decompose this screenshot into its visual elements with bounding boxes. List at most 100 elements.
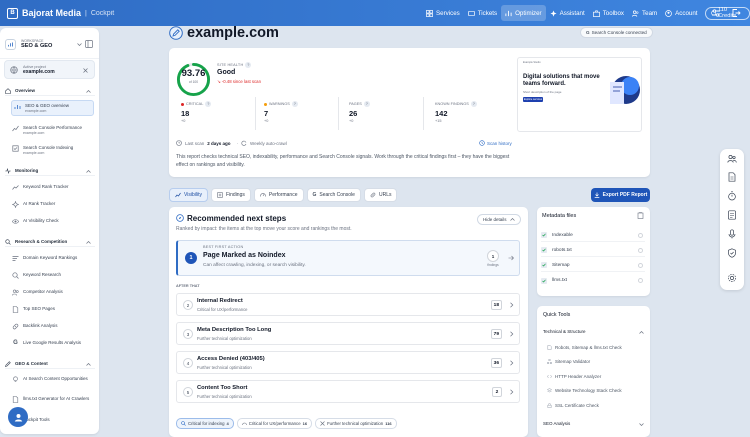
chevron-up-icon xyxy=(86,241,91,244)
nav-services[interactable]: Services xyxy=(422,5,464,21)
brand-logo-icon: B xyxy=(7,7,18,19)
microphone-icon[interactable] xyxy=(727,229,737,239)
metric-label: KNOWN FINDINGS? xyxy=(435,101,477,107)
info-icon[interactable]: ? xyxy=(205,101,212,107)
sidebar-item-ai-rank-tracker[interactable]: AI Rank Tracker xyxy=(12,201,95,208)
metric-known-findings[interactable]: KNOWN FINDINGS? 142 +15 xyxy=(430,97,510,130)
metadata-item[interactable]: llms.txt xyxy=(541,274,645,287)
section-geo-content[interactable]: GEO & Content xyxy=(5,359,95,369)
clipboard-icon[interactable] xyxy=(637,212,644,219)
brand[interactable]: B Bajorat Media | Cockpit xyxy=(7,7,114,19)
metric-warnings[interactable]: WARNINGS? 7 +0 xyxy=(259,97,339,130)
website-preview[interactable]: Example Studio Digital solutions that mo… xyxy=(517,57,642,132)
nav-toolbox-label: Toolbox xyxy=(602,9,625,17)
nav-optimizer[interactable]: Optimizer xyxy=(501,5,546,21)
chat-support-button[interactable] xyxy=(8,407,28,427)
nav-tickets[interactable]: Tickets xyxy=(464,5,501,21)
row-title: Content Too Short xyxy=(197,385,248,391)
collapse-sidebar-icon[interactable] xyxy=(85,40,93,48)
best-action-title: Page Marked as Noindex xyxy=(203,252,286,259)
timer-icon[interactable] xyxy=(727,191,737,201)
recommendation-row[interactable]: 2 Internal Redirect Critical for UX/perf… xyxy=(176,293,520,316)
nav-account[interactable]: Account xyxy=(661,5,701,21)
tab-findings[interactable]: Findings xyxy=(210,188,251,202)
workspace-switcher[interactable]: WORKSPACE SEO & GEO xyxy=(5,34,95,54)
tool-http-header[interactable]: HTTP Header Analyzer xyxy=(547,374,601,379)
recommendation-row[interactable]: 3 Meta Description Too Long Further tech… xyxy=(176,322,520,345)
search-console-status[interactable]: G Search Console connected xyxy=(580,27,653,38)
status-dot-icon xyxy=(638,248,643,253)
search-icon xyxy=(181,421,186,426)
last-scan-label: Last scan xyxy=(185,140,205,146)
metric-critical[interactable]: CRITICAL? 18 +0 xyxy=(176,97,256,130)
sidebar-item-domain-keyword-rankings[interactable]: Domain Keyword Rankings xyxy=(12,255,95,262)
tab-urls[interactable]: URLs xyxy=(363,188,398,202)
tab-search-console[interactable]: G Search Console xyxy=(306,188,361,202)
shield-icon[interactable] xyxy=(727,248,737,258)
tab-performance[interactable]: Performance xyxy=(253,188,304,202)
tool-ssl-check[interactable]: SSL Certificate Check xyxy=(547,403,599,408)
sidebar-item-seo-geo-overview[interactable]: SEO & GEO overview example.com xyxy=(11,100,94,116)
tools-section-technical[interactable]: Technical & Structure xyxy=(543,329,646,334)
site-health-value: Good xyxy=(217,69,236,76)
row-number: 3 xyxy=(183,329,193,339)
section-research[interactable]: Research & Competition xyxy=(5,237,95,247)
logout-icon[interactable] xyxy=(731,8,741,18)
nav-assistant[interactable]: Assistant xyxy=(546,5,589,21)
chip-critical-ux[interactable]: Critical for UX/performance 16 xyxy=(236,418,313,429)
sidebar-item-ai-search-content[interactable]: AI Search Content Opportunities xyxy=(12,376,95,383)
section-overview[interactable]: Overview xyxy=(5,86,95,96)
home-icon xyxy=(5,87,11,94)
recommendation-row[interactable]: 5 Content Too Short Further technical op… xyxy=(176,380,520,403)
tool-robots-check[interactable]: Robots, Sitemap & llms.txt Check xyxy=(547,345,622,350)
hide-details-button[interactable]: Hide details xyxy=(477,214,521,225)
sidebar-item-search-console-indexing[interactable]: Search Console Indexing example.com xyxy=(12,145,95,155)
tool-sitemap-validator[interactable]: Sitemap Validator xyxy=(547,359,590,364)
sidebar-item-competitor-analysis[interactable]: Competitor Analysis xyxy=(12,289,95,296)
document-icon[interactable] xyxy=(727,172,737,182)
metric-value: 7 xyxy=(264,109,269,118)
notes-icon[interactable] xyxy=(727,210,737,220)
arrow-right-icon[interactable] xyxy=(508,255,514,261)
nav-team[interactable]: Team xyxy=(628,5,661,21)
info-icon[interactable]: ? xyxy=(245,62,252,68)
chip-further-optimization[interactable]: Further technical optimization 116 xyxy=(315,418,397,429)
export-pdf-button[interactable]: Export PDF Report xyxy=(591,188,650,202)
tab-visibility[interactable]: Visibility xyxy=(169,188,208,202)
nav-toolbox[interactable]: Toolbox xyxy=(589,5,628,21)
site-edit-icon[interactable] xyxy=(169,26,183,40)
google-icon: G xyxy=(312,192,317,198)
sidebar-item-llms-generator[interactable]: llms.txt Generator for AI Crawlers xyxy=(12,396,95,403)
last-scan-value: 2 days ago xyxy=(207,140,231,146)
scan-history-link[interactable]: Scan history xyxy=(479,140,512,146)
recommendation-row[interactable]: 4 Access Denied (403/405) Further techni… xyxy=(176,351,520,374)
info-icon[interactable]: ? xyxy=(470,101,477,107)
active-project[interactable]: Active project example.com xyxy=(4,60,95,79)
settings-sliders-icon[interactable] xyxy=(711,8,721,18)
tool-tech-stack[interactable]: Website Technology Stack Check xyxy=(547,388,622,393)
team-icon[interactable] xyxy=(727,154,737,164)
close-icon[interactable] xyxy=(83,68,88,73)
sidebar-item-search-console-performance[interactable]: Search Console Performance example.com xyxy=(12,125,95,135)
sidebar-item-ai-visibility-check[interactable]: AI Visibility Check xyxy=(12,218,95,225)
metadata-item[interactable]: Sitemap xyxy=(541,259,645,272)
sidebar-item-label: Search Console Performance xyxy=(23,125,83,130)
sidebar-item-keyword-research[interactable]: Keyword Research xyxy=(12,272,95,279)
chip-critical-indexing[interactable]: Critical for indexing 4 xyxy=(176,418,234,429)
metric-pages[interactable]: PAGES? 26 +0 xyxy=(344,97,424,130)
sidebar-item-sub: example.com xyxy=(23,131,45,135)
sidebar-item-backlink-analysis[interactable]: Backlink Analysis xyxy=(12,323,95,330)
sidebar-item-keyword-rank-tracker[interactable]: Keyword Rank Tracker xyxy=(12,184,95,191)
metadata-item[interactable]: Indexable xyxy=(541,229,645,242)
metadata-item[interactable]: robots.txt xyxy=(541,244,645,257)
ticket-icon xyxy=(467,10,475,16)
sidebar-item-live-google-results[interactable]: G Live Google Results Analysis xyxy=(12,340,95,347)
info-icon[interactable]: ? xyxy=(363,101,370,107)
report-description: This report checks technical SEO, indexa… xyxy=(176,154,510,168)
section-monitoring[interactable]: Monitoring xyxy=(5,166,95,176)
tools-section-seo-analysis[interactable]: SEO Analysis xyxy=(543,421,646,426)
sidebar-item-top-seo-pages[interactable]: Top SEO Pages xyxy=(12,306,95,313)
info-icon[interactable]: ? xyxy=(291,101,298,107)
gear-icon[interactable] xyxy=(727,273,737,283)
best-action-count: 1 xyxy=(487,250,499,262)
